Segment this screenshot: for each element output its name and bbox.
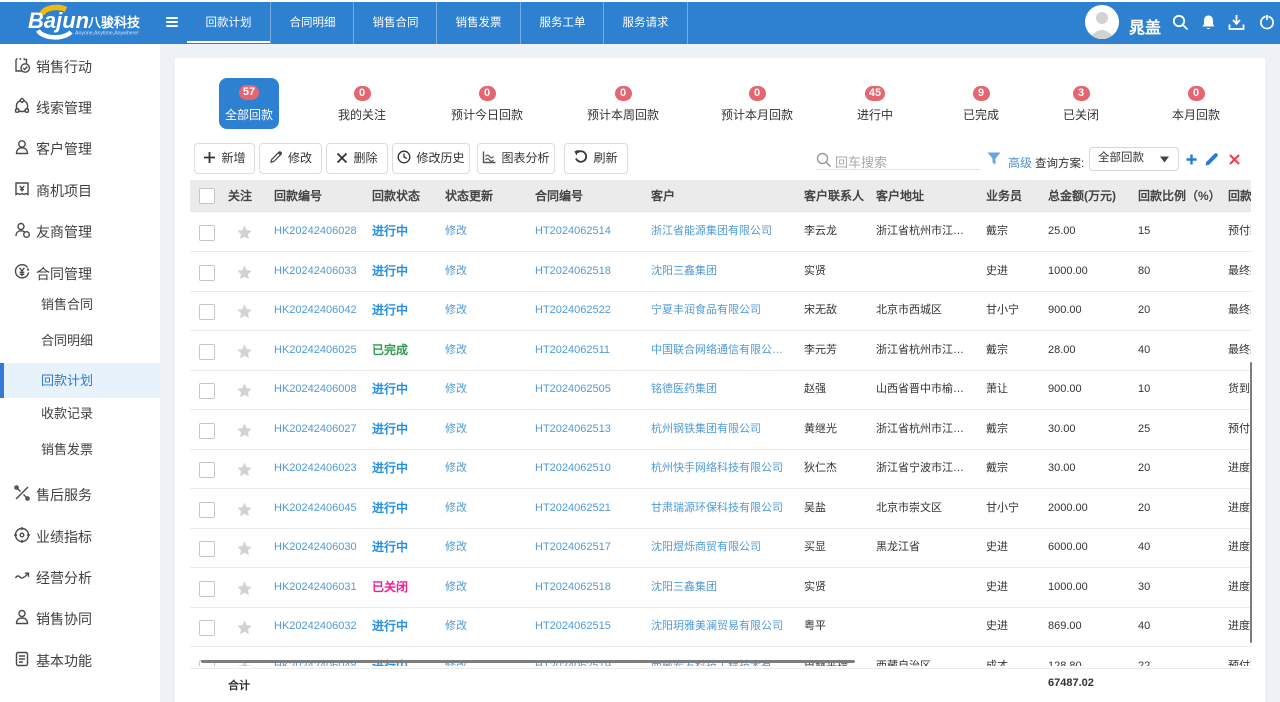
svg-text:Anyone,Anytime,Anywhere!: Anyone,Anytime,Anywhere! — [75, 31, 139, 37]
svg-text:Bajun: Bajun — [28, 8, 89, 33]
svg-text:八骏科技: 八骏科技 — [87, 15, 141, 30]
